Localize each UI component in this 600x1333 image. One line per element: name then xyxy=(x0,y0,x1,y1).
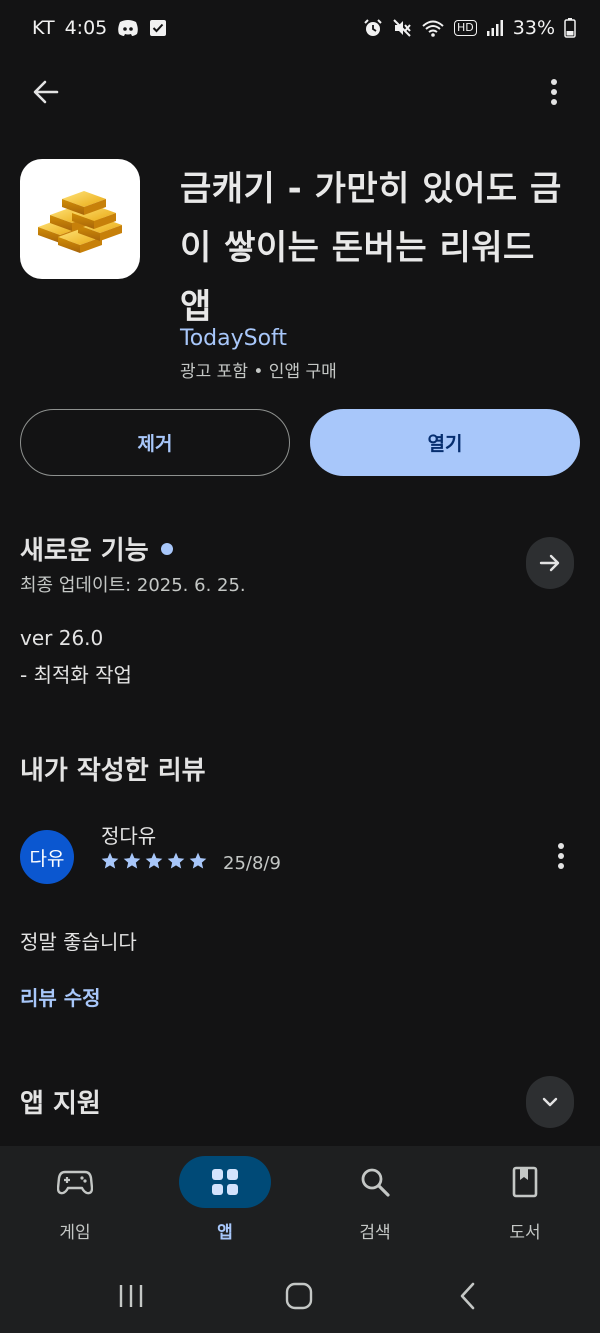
more-vert-icon xyxy=(558,843,564,869)
chevron-down-icon xyxy=(542,1097,558,1107)
recents-icon xyxy=(119,1285,143,1307)
nav-item-search[interactable]: 검색 xyxy=(300,1146,450,1260)
more-vert-icon xyxy=(551,79,557,105)
nav-label: 앱 xyxy=(217,1223,233,1243)
bottom-navigation: 게임 앱 검색 도서 xyxy=(0,1146,600,1260)
chevron-left-icon xyxy=(460,1282,475,1310)
arrow-back-icon xyxy=(33,80,59,104)
signal-icon xyxy=(486,19,504,37)
review-more-button[interactable] xyxy=(546,838,576,874)
carrier-label: KT xyxy=(32,17,55,39)
app-support-title: 앱 지원 xyxy=(20,1089,101,1119)
my-review-title: 내가 작성한 리뷰 xyxy=(20,756,206,786)
status-right: HD 33% xyxy=(363,17,576,39)
status-left: KT 4:05 xyxy=(32,17,167,39)
system-navigation-bar xyxy=(0,1260,600,1333)
last-update-date: 최종 업데이트: 2025. 6. 25. xyxy=(20,575,246,596)
wifi-icon xyxy=(421,18,445,38)
home-icon xyxy=(285,1282,313,1310)
nav-icon-container xyxy=(479,1156,571,1208)
app-meta: 광고 포함 • 인앱 구매 xyxy=(180,362,337,382)
nav-icon-container xyxy=(329,1156,421,1208)
discord-icon xyxy=(117,19,139,37)
nav-icon-container xyxy=(179,1156,271,1208)
gamepad-icon xyxy=(57,1170,93,1195)
nav-label: 검색 xyxy=(359,1223,391,1243)
top-app-bar xyxy=(0,62,600,122)
review-date: 25/8/9 xyxy=(223,853,281,874)
uninstall-button[interactable]: 제거 xyxy=(20,409,290,476)
battery-percent: 33% xyxy=(512,17,555,39)
star-rating xyxy=(100,851,208,871)
edit-review-link[interactable]: 리뷰 수정 xyxy=(20,982,101,1011)
star-icon xyxy=(189,852,207,869)
star-icon xyxy=(101,852,119,869)
star-icon xyxy=(167,852,185,869)
apps-grid-icon xyxy=(212,1169,238,1195)
release-note-line: ver 26.0 xyxy=(20,626,104,650)
bookmark-book-icon xyxy=(512,1166,538,1198)
recents-button[interactable] xyxy=(111,1276,151,1316)
reviewer-name: 정다유 xyxy=(101,824,157,848)
review-text: 정말 좋습니다 xyxy=(20,930,137,954)
nav-label: 게임 xyxy=(59,1223,91,1243)
status-bar: KT 4:05 HD 33% xyxy=(0,0,600,56)
nav-item-games[interactable]: 게임 xyxy=(0,1146,150,1260)
open-button[interactable]: 열기 xyxy=(310,409,580,476)
battery-icon xyxy=(564,18,576,38)
gold-bars-icon xyxy=(38,191,122,253)
nav-icon-container xyxy=(29,1156,121,1208)
avatar: 다유 xyxy=(20,830,74,884)
whats-new-header: 새로운 기능 xyxy=(20,530,173,567)
home-button[interactable] xyxy=(279,1276,319,1316)
whats-new-title: 새로운 기능 xyxy=(20,536,149,566)
app-support-expand-button[interactable] xyxy=(526,1076,574,1128)
star-icon xyxy=(123,852,141,869)
checkbox-notification-icon xyxy=(149,19,167,37)
new-indicator-dot xyxy=(160,542,173,555)
more-options-button[interactable] xyxy=(534,70,574,114)
nav-label: 도서 xyxy=(509,1223,541,1243)
search-icon xyxy=(361,1168,390,1197)
alarm-icon xyxy=(363,18,383,38)
system-back-button[interactable] xyxy=(448,1276,488,1316)
mute-icon xyxy=(392,18,412,38)
nav-item-apps[interactable]: 앱 xyxy=(150,1146,300,1260)
clock: 4:05 xyxy=(64,17,108,39)
developer-link[interactable]: TodaySoft xyxy=(180,326,287,351)
app-title: 금캐기 - 가만히 있어도 금이 쌓이는 돈버는 리워드 앱 xyxy=(180,169,562,327)
hd-icon: HD xyxy=(454,20,477,36)
whats-new-arrow-button[interactable] xyxy=(526,537,574,589)
release-note-line: - 최적화 작업 xyxy=(20,663,132,687)
app-icon xyxy=(20,159,140,279)
star-icon xyxy=(145,852,163,869)
back-button[interactable] xyxy=(22,70,70,114)
arrow-forward-icon xyxy=(539,554,560,572)
nav-item-books[interactable]: 도서 xyxy=(450,1146,600,1260)
hd-label: HD xyxy=(457,21,474,34)
